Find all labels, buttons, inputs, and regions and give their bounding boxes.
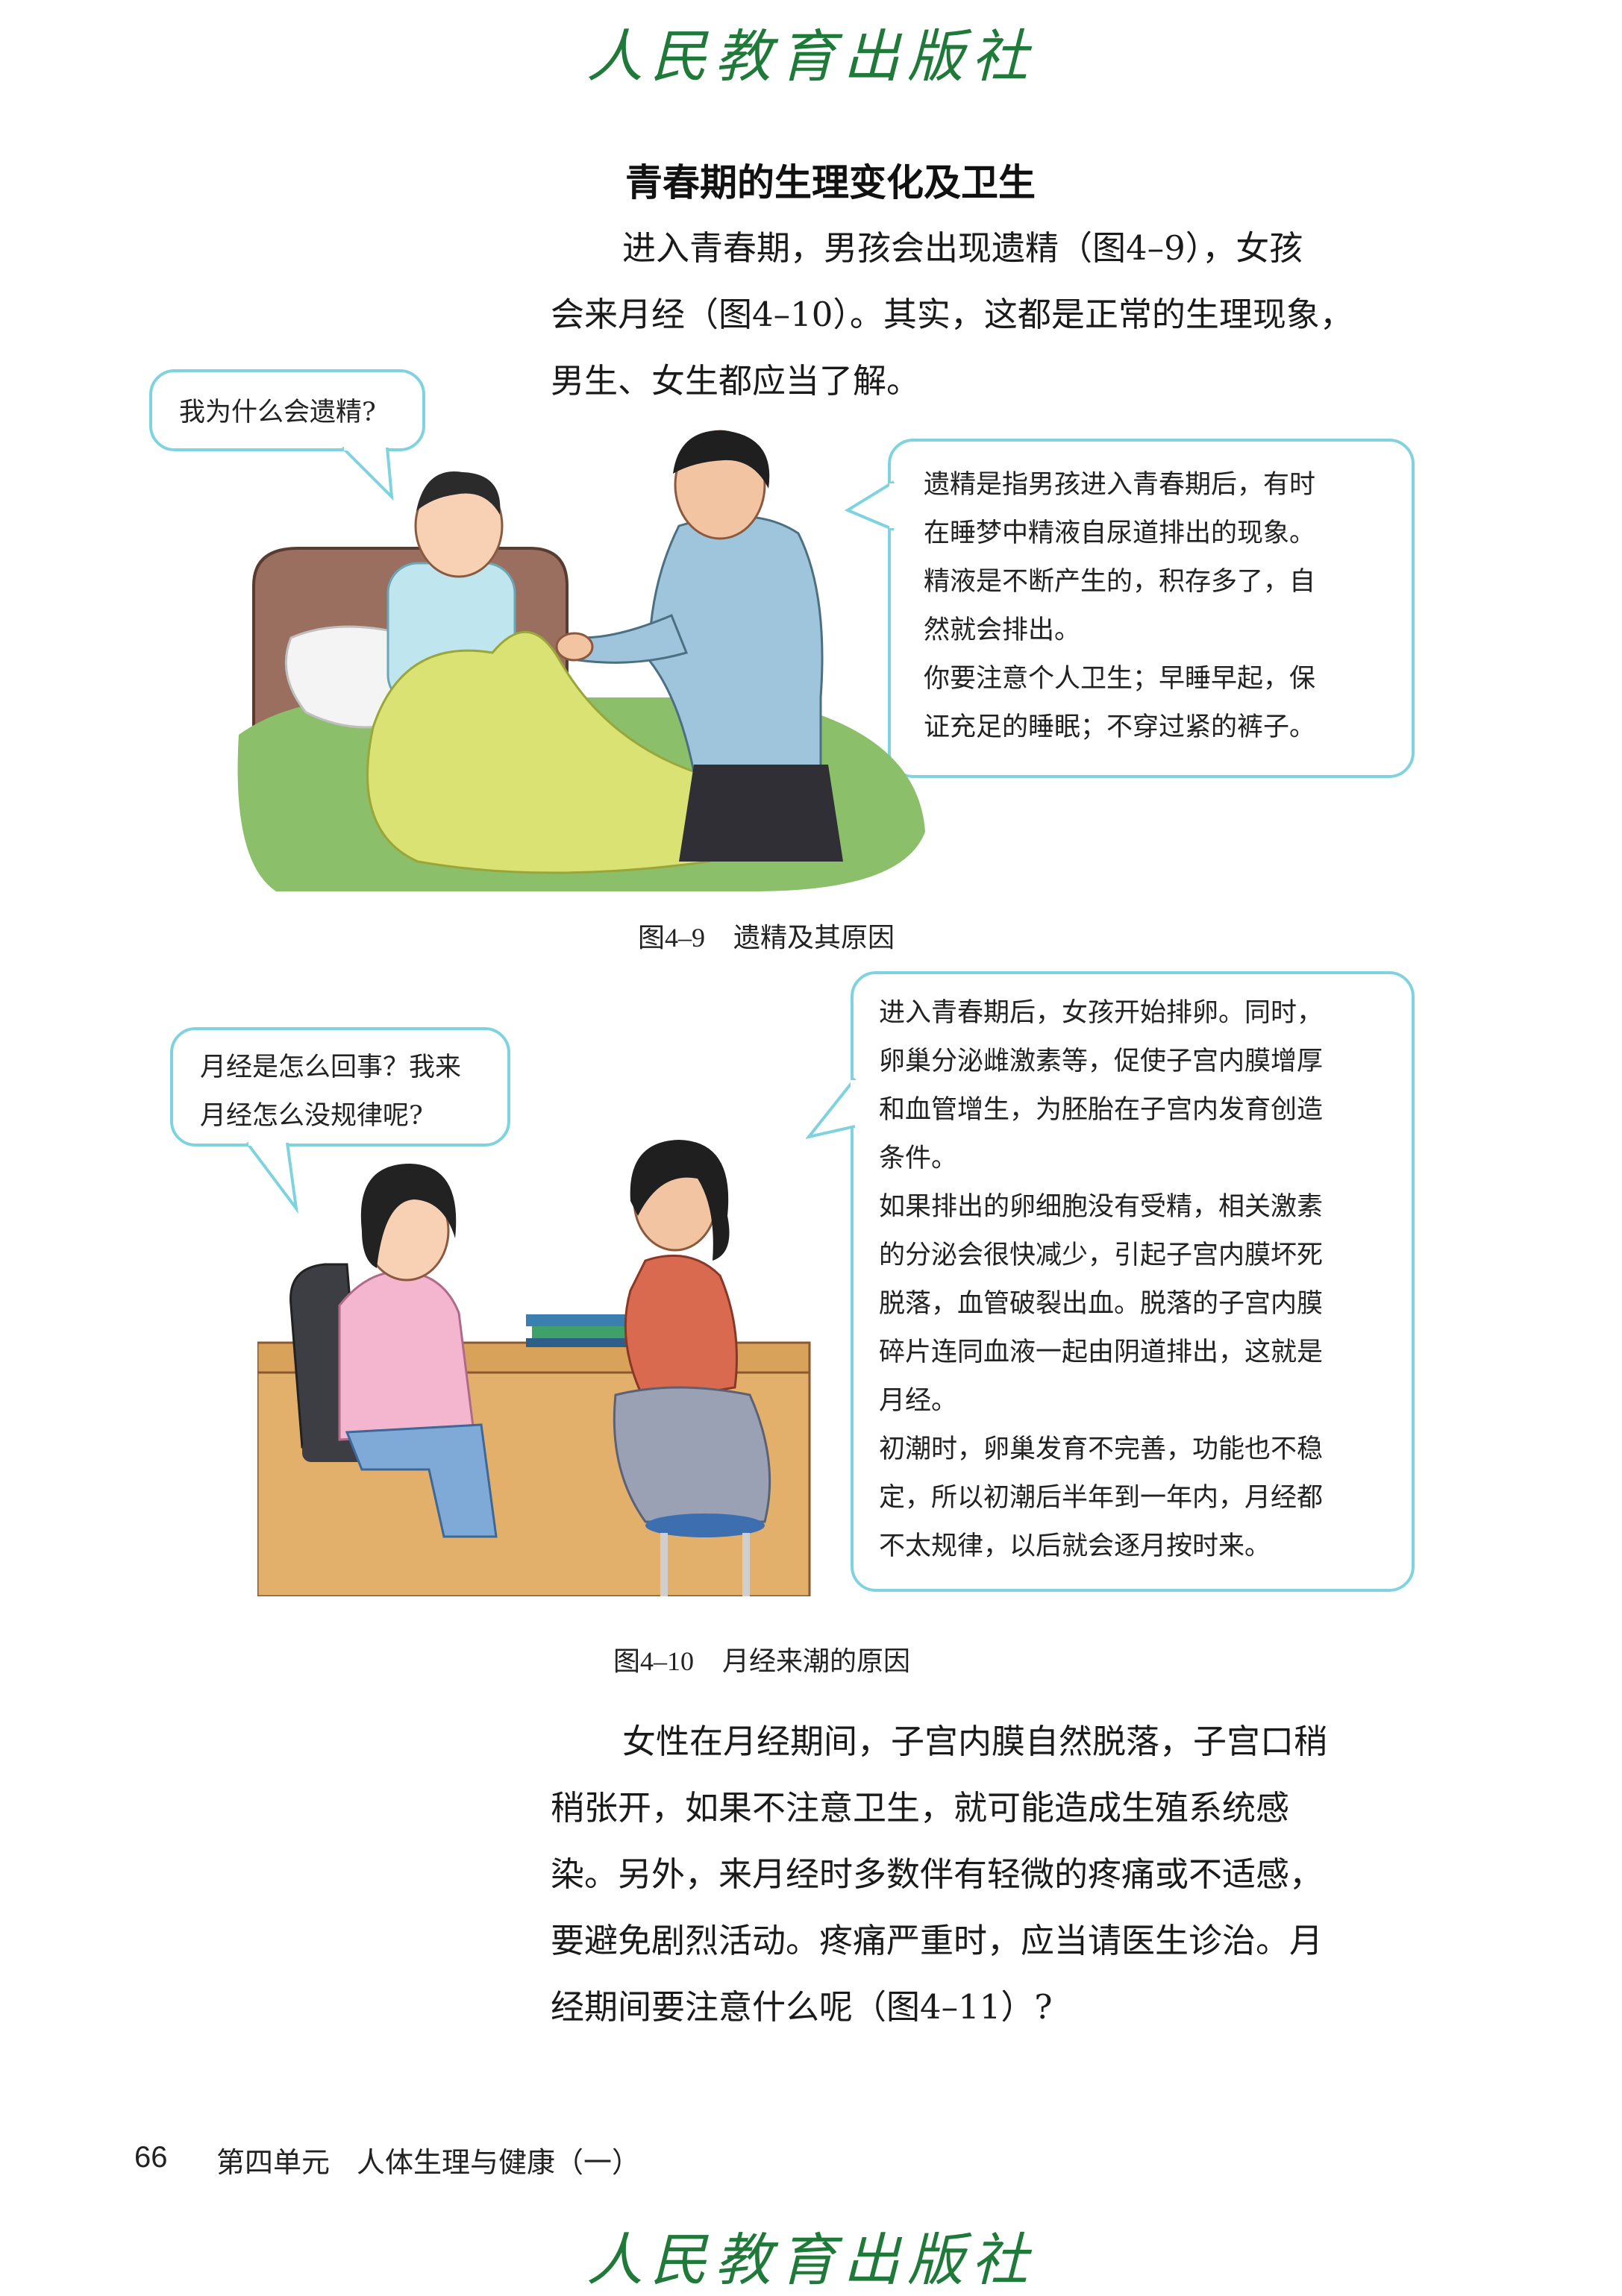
figure-4-9-illustration <box>237 430 925 891</box>
footer-unit: 第四单元 <box>216 2146 331 2179</box>
intro-line-1: 进入青春期，男孩会出现遗精（图4–9），女孩 <box>622 228 1303 268</box>
figure-4-10-illustration <box>257 1140 811 1596</box>
closing-paragraph: 女性在月经期间，子宫内膜自然脱落，子宫口稍 稍张开，如果不注意卫生，就可能造成生… <box>551 1708 1431 2040</box>
mother-answer-bubble: 进入青春期后，女孩开始排卵。同时， 卵巢分泌雌激素等，促使子宫内膜增厚 和血管增… <box>851 971 1415 1592</box>
intro-line-3: 男生、女生都应当了解。 <box>551 361 921 401</box>
figure-4-9-caption-text: 遗精及其原因 <box>733 923 895 953</box>
father-answer-line-6: 证充足的睡眠；不穿过紧的裤子。 <box>924 712 1316 742</box>
intro-paragraph: 进入青春期，男孩会出现遗精（图4–9），女孩 会来月经（图4–10）。其实，这都… <box>551 215 1431 414</box>
mother-answer-line-10: 初潮时，卵巢发育不完善，功能也不稳 <box>879 1434 1324 1464</box>
closing-line-5: 经期间要注意什么呢（图4–11）? <box>551 1987 1053 2027</box>
figure-4-9-caption: 图4–9 遗精及其原因 <box>638 916 895 955</box>
section-title: 青春期的生理变化及卫生 <box>625 161 1036 204</box>
figure-4-10-number: 图4–10 <box>613 1646 695 1676</box>
publisher-logo-top: 人民教育出版社 <box>586 23 1036 90</box>
figure-4-9-number: 图4–9 <box>638 923 706 953</box>
mother-answer-line-4: 条件。 <box>879 1144 958 1173</box>
father-answer-line-4: 然就会排出。 <box>924 615 1081 645</box>
mother-answer-line-6: 的分泌会很快减少，引起子宫内膜坏死 <box>879 1240 1324 1270</box>
closing-line-4: 要避免剧烈活动。疼痛严重时，应当请医生诊治。月 <box>551 1921 1324 1960</box>
page-number: 66 <box>134 2141 168 2174</box>
mother-answer-line-3: 和血管增生，为胚胎在子宫内发育创造 <box>879 1095 1324 1125</box>
closing-line-2: 稍张开，如果不注意卫生，就可能造成生殖系统感 <box>551 1788 1290 1828</box>
mother-answer-line-12: 不太规律，以后就会逐月按时来。 <box>879 1531 1271 1561</box>
closing-line-3: 染。另外，来月经时多数伴有轻微的疼痛或不适感， <box>551 1854 1324 1894</box>
mother-answer-line-11: 定，所以初潮后半年到一年内，月经都 <box>879 1483 1324 1513</box>
footer-unit-title: 人体生理与健康（一） <box>357 2146 641 2179</box>
father-answer-line-5: 你要注意个人卫生；早睡早起，保 <box>924 664 1316 694</box>
mother-answer-line-1: 进入青春期后，女孩开始排卵。同时， <box>879 998 1324 1028</box>
figure-4-10-caption: 图4–10 月经来潮的原因 <box>613 1640 910 1678</box>
mother-answer-line-5: 如果排出的卵细胞没有受精，相关激素 <box>879 1192 1324 1222</box>
girl-question-line-1: 月经是怎么回事？我来 <box>200 1053 462 1082</box>
father-answer-line-2: 在睡梦中精液自尿道排出的现象。 <box>924 518 1316 548</box>
intro-line-2: 会来月经（图4–10）。其实，这都是正常的生理现象， <box>551 295 1353 334</box>
mother-answer-line-2: 卵巢分泌雌激素等，促使子宫内膜增厚 <box>879 1047 1324 1076</box>
mother-answer-line-7: 脱落，血管破裂出血。脱落的子宫内膜 <box>879 1289 1324 1319</box>
closing-line-1: 女性在月经期间，子宫内膜自然脱落，子宫口稍 <box>622 1722 1328 1761</box>
father-answer-bubble: 遗精是指男孩进入青春期后，有时 在睡梦中精液自尿道排出的现象。 精液是不断产生的… <box>888 439 1415 778</box>
father-answer-line-1: 遗精是指男孩进入青春期后，有时 <box>924 470 1316 500</box>
mother-answer-line-8: 碎片连同血液一起由阴道排出，这就是 <box>879 1337 1324 1367</box>
figure-4-10-caption-text: 月经来潮的原因 <box>722 1646 911 1677</box>
mother-answer-line-9: 月经。 <box>879 1386 958 1416</box>
father-answer-line-3: 精液是不断产生的，积存多了，自 <box>924 567 1316 597</box>
publisher-logo-bottom: 人民教育出版社 <box>586 2227 1036 2293</box>
